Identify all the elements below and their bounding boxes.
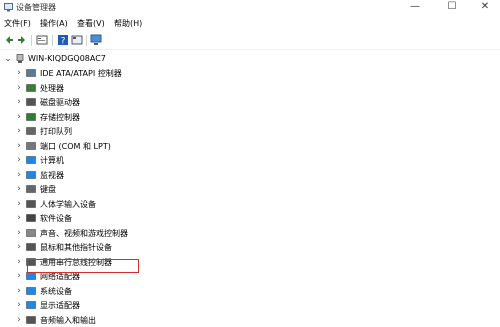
tree-item-label: 音频输入和输出: [40, 315, 96, 325]
chevron-right-icon[interactable]: ›: [15, 256, 23, 268]
toolbar: ?: [0, 31, 500, 50]
printer-icon: [26, 127, 36, 135]
close-button[interactable]: ✕: [470, 0, 500, 15]
chevron-right-icon[interactable]: ›: [15, 183, 23, 195]
tree-item[interactable]: › 系统设备: [0, 284, 300, 298]
chevron-right-icon[interactable]: ›: [15, 82, 23, 94]
maximize-button[interactable]: ☐: [437, 0, 467, 15]
tree-item[interactable]: › IDE ATA/ATAPI 控制器: [0, 66, 300, 80]
tree-item[interactable]: › 监视器: [0, 168, 300, 182]
chevron-right-icon[interactable]: ›: [15, 227, 23, 239]
chevron-right-icon[interactable]: ›: [15, 212, 23, 224]
tree-item-label: IDE ATA/ATAPI 控制器: [40, 69, 122, 78]
menu-bar: 文件(F) 操作(A) 查看(V) 帮助(H): [0, 16, 500, 30]
processor-icon: [26, 83, 36, 92]
tree-item[interactable]: › 声音、视频和游戏控制器: [0, 226, 300, 240]
tree-item[interactable]: › 计算机: [0, 153, 300, 167]
tree-item-label: 存储控制器: [40, 112, 80, 122]
computer-icon: [26, 156, 36, 164]
chevron-right-icon[interactable]: ›: [15, 125, 23, 137]
tree-item-label: 监视器: [40, 170, 64, 180]
port-icon: [26, 141, 36, 150]
tree-item-label: 显示适配器: [40, 301, 80, 310]
toolbar-separator: [31, 35, 32, 46]
monitor-icon: [26, 170, 36, 179]
tree-item[interactable]: › 软件设备: [0, 211, 300, 225]
window-title: 设备管理器: [16, 3, 56, 12]
mouse-icon: [26, 243, 36, 251]
minimize-button[interactable]: —: [400, 0, 430, 15]
software-device-icon: [26, 214, 36, 222]
chevron-down-icon[interactable]: ⌄: [4, 53, 12, 65]
keyboard-icon: [26, 185, 36, 193]
storage-controller-icon: [26, 112, 36, 121]
highlight-box: [27, 259, 139, 273]
tree-item-label: 键盘: [40, 185, 56, 194]
chevron-right-icon[interactable]: ›: [15, 96, 23, 108]
svg-text:?: ?: [61, 37, 66, 47]
tree-item[interactable]: › 键盘: [0, 182, 300, 196]
properties-icon[interactable]: [36, 34, 48, 46]
tree-item[interactable]: › 音频输入和输出: [0, 313, 300, 327]
tree-item-label: 端口 (COM 和 LPT): [40, 141, 111, 151]
chevron-right-icon[interactable]: ›: [15, 270, 23, 282]
tree-item-label: 打印队列: [40, 127, 72, 136]
menu-file[interactable]: 文件(F): [4, 18, 31, 29]
view-icon[interactable]: [71, 34, 83, 46]
disk-drive-icon: [26, 98, 36, 106]
tree-item-label: 计算机: [40, 156, 64, 165]
scan-hardware-icon[interactable]: [90, 34, 102, 46]
tree-root-label: WIN-KIQDGQ08AC7: [28, 54, 106, 63]
tree-root[interactable]: ⌄ WIN-KIQDGQ08AC7: [0, 52, 300, 66]
hid-icon: [26, 199, 36, 208]
chevron-right-icon[interactable]: ›: [15, 299, 23, 311]
title-bar: 设备管理器 — ☐ ✕: [0, 0, 500, 15]
display-adapter-icon: [26, 301, 36, 309]
device-tree: ⌄ WIN-KIQDGQ08AC7 › IDE ATA/ATAPI 控制器 › 处理器…: [0, 50, 500, 325]
chevron-right-icon[interactable]: ›: [15, 241, 23, 253]
system-device-icon: [26, 286, 36, 295]
tree-item-label: 磁盘驱动器: [40, 98, 80, 107]
back-icon[interactable]: [3, 34, 15, 46]
tree-item[interactable]: › 端口 (COM 和 LPT): [0, 139, 300, 153]
tree-item[interactable]: › 打印队列: [0, 124, 300, 138]
chevron-right-icon[interactable]: ›: [15, 111, 23, 123]
chevron-right-icon[interactable]: ›: [15, 140, 23, 152]
menu-help[interactable]: 帮助(H): [114, 18, 142, 29]
chevron-right-icon[interactable]: ›: [15, 198, 23, 210]
tree-item[interactable]: › 鼠标和其他指针设备: [0, 240, 300, 254]
computer-root-icon: [16, 54, 24, 63]
chevron-right-icon[interactable]: ›: [15, 169, 23, 181]
toolbar-separator: [52, 35, 53, 46]
help-icon[interactable]: ?: [57, 34, 69, 46]
tree-item-label: 鼠标和其他指针设备: [40, 243, 112, 252]
chevron-right-icon[interactable]: ›: [15, 67, 23, 79]
tree-item-label: 人体学输入设备: [40, 199, 96, 209]
forward-icon[interactable]: [16, 34, 28, 46]
tree-item[interactable]: › 磁盘驱动器: [0, 95, 300, 109]
menu-action[interactable]: 操作(A): [40, 18, 68, 29]
chevron-right-icon[interactable]: ›: [15, 154, 23, 166]
tree-item[interactable]: › 处理器: [0, 81, 300, 95]
sound-icon: [26, 228, 36, 237]
toolbar-separator: [86, 35, 87, 46]
chevron-right-icon[interactable]: ›: [15, 314, 23, 326]
menu-view[interactable]: 查看(V): [77, 18, 105, 29]
tree-item-label: 软件设备: [40, 214, 72, 223]
chevron-right-icon[interactable]: ›: [15, 285, 23, 297]
ide-controller-icon: [26, 69, 36, 77]
tree-item[interactable]: › 存储控制器: [0, 110, 300, 124]
tree-item[interactable]: › 显示适配器: [0, 298, 300, 312]
tree-item-label: 声音、视频和游戏控制器: [40, 228, 128, 238]
tree-item[interactable]: › 人体学输入设备: [0, 197, 300, 211]
audio-io-icon: [26, 315, 36, 324]
tree-item-label: 处理器: [40, 83, 64, 93]
tree-item-label: 系统设备: [40, 286, 72, 296]
device-manager-icon: [4, 3, 13, 12]
